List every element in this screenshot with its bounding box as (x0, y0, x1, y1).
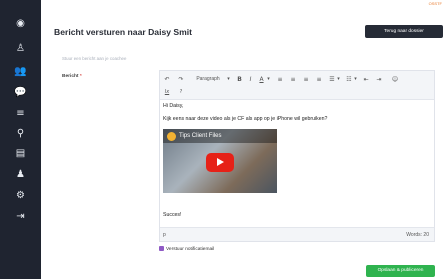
channel-logo (167, 132, 176, 141)
emoji-icon[interactable]: ☺ (391, 75, 399, 84)
message-line-body: Kijk eens naar deze video als je CF als … (163, 116, 328, 122)
notify-label: Verstuur notificatiemail (166, 247, 215, 252)
align-left-icon[interactable]: ≡ (276, 75, 284, 84)
back-to-dossier-button[interactable]: Terug naar dossier (365, 25, 443, 38)
page-title: Bericht versturen naar Daisy Smit (54, 27, 193, 37)
pin-icon[interactable]: ⚲ (12, 128, 29, 140)
numbered-list-icon[interactable]: ☷ (345, 75, 353, 84)
chevron-down-icon[interactable]: ▾ (353, 75, 358, 84)
message-line-greeting: Hi Daisy, (163, 103, 184, 109)
align-center-icon[interactable]: ≡ (289, 75, 297, 84)
logout-icon[interactable]: ⇥ (12, 211, 29, 223)
topbar: OSSTF (41, 0, 444, 9)
editor-statusbar: p Words: 20 (160, 227, 434, 241)
form-hint: Stuur een bericht aan je coachee (62, 56, 127, 61)
users-icon[interactable]: 👥 (12, 66, 29, 78)
align-right-icon[interactable]: ≡ (302, 75, 310, 84)
save-publish-button[interactable]: Opslaan & publiceren (366, 265, 435, 277)
checkbox-checked-icon[interactable] (159, 246, 164, 251)
list-icon[interactable]: ≡ (12, 108, 29, 120)
undo-icon[interactable]: ↶ (163, 75, 171, 84)
message-label-text: Bericht (62, 74, 79, 79)
bold-button[interactable]: B (236, 75, 243, 84)
user-icon[interactable]: ♙ (12, 43, 29, 55)
notify-checkbox[interactable]: Verstuur notificatiemail (159, 246, 214, 252)
required-mark: * (79, 74, 82, 79)
video-title: Tips Client Files (179, 133, 222, 139)
sidebar: ◉ ♙ 👥 💬 ≡ ⚲ ▤ ♟ ⚙ ⇥ (0, 0, 41, 279)
italic-button[interactable]: I (247, 75, 254, 84)
message-line-closing: Succes! (163, 212, 182, 218)
redo-icon[interactable]: ↷ (177, 75, 185, 84)
topbar-action-link[interactable]: OSSTF (429, 1, 442, 6)
editor-toolbar: ↶ ↷ Paragraph ▾ B I A ▾ ≡ ≡ ≡ ≡ ☰ ▾ ☷ ▾ … (160, 71, 434, 100)
message-label: Bericht * (62, 74, 82, 79)
video-embed[interactable]: Tips Client Files (163, 129, 277, 193)
bullet-list-icon[interactable]: ☰ (328, 75, 336, 84)
indent-icon[interactable]: ⇥ (375, 75, 383, 84)
gauge-icon[interactable]: ◉ (12, 18, 29, 30)
rich-text-editor[interactable]: ↶ ↷ Paragraph ▾ B I A ▾ ≡ ≡ ≡ ≡ ☰ ▾ ☷ ▾ … (159, 70, 435, 242)
document-icon[interactable]: ▤ (12, 148, 29, 160)
chevron-down-icon[interactable]: ▾ (266, 75, 271, 84)
paragraph-format-select[interactable]: Paragraph (193, 75, 223, 84)
chat-icon[interactable]: 💬 (12, 87, 29, 99)
chevron-down-icon[interactable]: ▾ (226, 75, 231, 84)
outdent-icon[interactable]: ⇤ (362, 75, 370, 84)
clear-format-icon[interactable]: Ix (163, 88, 171, 97)
help-icon[interactable]: ? (177, 88, 185, 97)
play-icon[interactable] (206, 153, 234, 172)
element-path[interactable]: p (163, 232, 166, 238)
video-header: Tips Client Files (163, 129, 277, 143)
gear-icon[interactable]: ⚙ (12, 190, 29, 202)
text-color-button[interactable]: A (258, 75, 265, 84)
chevron-down-icon[interactable]: ▾ (336, 75, 341, 84)
editor-content[interactable]: Hi Daisy, Kijk eens naar deze video als … (160, 100, 434, 228)
person-icon[interactable]: ♟ (12, 169, 29, 181)
word-count: Words: 20 (406, 232, 429, 238)
justify-icon[interactable]: ≡ (315, 75, 323, 84)
